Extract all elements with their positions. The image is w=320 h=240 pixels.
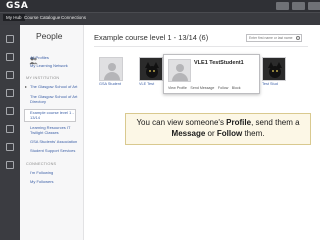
top-navigation-bar: GSA My Hub Course Catalogue Connections xyxy=(0,0,320,25)
nav-all-profiles[interactable]: All Profiles xyxy=(30,55,49,60)
search-input[interactable]: Enter first name or last name xyxy=(246,34,302,42)
top-utility-icons xyxy=(276,2,320,10)
callout-part: them. xyxy=(242,129,265,138)
view-profile-link[interactable]: View Profile xyxy=(168,86,187,90)
profile-card[interactable]: VLE Test xyxy=(139,57,163,88)
notifications-icon[interactable] xyxy=(292,2,305,10)
section-my-institution: MY INSTITUTION xyxy=(26,76,60,80)
avatar[interactable] xyxy=(262,57,286,81)
nav-glasgow-school-of-art[interactable]: The Glasgow School of Art xyxy=(30,84,77,89)
popup-actions: View Profile Send Message Follow Block xyxy=(168,86,243,90)
profile-card[interactable]: Test Stud xyxy=(262,57,286,88)
nav-my-learning-network[interactable]: My Learning Network xyxy=(30,63,68,68)
settings-icon[interactable] xyxy=(6,125,14,133)
message-icon[interactable] xyxy=(6,107,14,115)
avatar[interactable] xyxy=(139,57,163,81)
send-message-link[interactable]: Send Message xyxy=(190,86,214,90)
search-icon[interactable] xyxy=(296,36,300,40)
gsa-logo[interactable]: GSA xyxy=(6,1,28,11)
menu-course-catalogue[interactable]: Course Catalogue xyxy=(24,15,60,20)
calendar-icon[interactable] xyxy=(6,71,14,79)
popup-profile-name[interactable]: VLE1 TestStudent1 xyxy=(194,60,244,66)
avatar[interactable] xyxy=(99,57,123,81)
people-icon[interactable] xyxy=(6,53,14,61)
callout-follow: Follow xyxy=(216,129,243,138)
callout-profile: Profile xyxy=(226,118,252,127)
profile-name[interactable]: Test Stud xyxy=(262,82,278,86)
search-placeholder: Enter first name or last name xyxy=(249,36,293,40)
bookmark-icon[interactable] xyxy=(6,143,14,151)
follow-link[interactable]: Follow xyxy=(218,86,228,90)
callout-part: , send them a xyxy=(251,118,300,127)
people-navigation: People All Profiles My Learning Network … xyxy=(20,25,84,240)
document-icon[interactable] xyxy=(6,89,14,97)
callout-text: You can view someone's Profile, send the… xyxy=(131,117,305,139)
caret-icon[interactable]: ▸ xyxy=(25,84,27,89)
icon-sidebar xyxy=(0,25,20,240)
nav-learning-resources-line2[interactable]: Twilight Classes xyxy=(30,130,59,135)
home-icon[interactable] xyxy=(6,35,14,43)
section-connections: CONNECTIONS xyxy=(26,162,57,166)
popup-avatar[interactable] xyxy=(168,59,191,82)
menu-connections[interactable]: Connections xyxy=(61,15,86,20)
instruction-callout: You can view someone's Profile, send the… xyxy=(125,113,311,145)
menu-my-hub[interactable]: My Hub xyxy=(3,14,25,21)
nav-my-followers[interactable]: My Followers xyxy=(30,179,54,184)
profile-name[interactable]: GSA Student xyxy=(99,82,121,86)
nav-example-course-line2[interactable]: 13/14 xyxy=(30,115,40,120)
logout-icon[interactable] xyxy=(308,2,320,10)
block-link[interactable]: Block xyxy=(232,86,241,90)
nav-student-support-services[interactable]: Student Support Services xyxy=(30,148,75,153)
nav-gsa-directory-line2[interactable]: Directory xyxy=(30,99,46,104)
profile-card[interactable]: GSA Student xyxy=(99,57,123,88)
people-title: People xyxy=(36,31,63,41)
main-menu: My Hub Course Catalogue Connections xyxy=(0,12,320,25)
nav-gsa-students-association[interactable]: GSA Students' Association xyxy=(30,139,77,144)
nav-im-following[interactable]: I'm Following xyxy=(30,170,53,175)
callout-part: or xyxy=(205,129,217,138)
grid-icon[interactable] xyxy=(6,161,14,169)
divider xyxy=(94,46,308,47)
profile-icon[interactable] xyxy=(276,2,289,10)
profile-name[interactable]: VLE Test xyxy=(139,82,154,86)
callout-part: You can view someone's xyxy=(136,118,227,127)
callout-message: Message xyxy=(171,129,206,138)
profile-popup: VLE1 TestStudent1 View Profile Send Mess… xyxy=(163,54,260,94)
page-title: Example course level 1 - 13/14 (6) xyxy=(94,33,209,42)
